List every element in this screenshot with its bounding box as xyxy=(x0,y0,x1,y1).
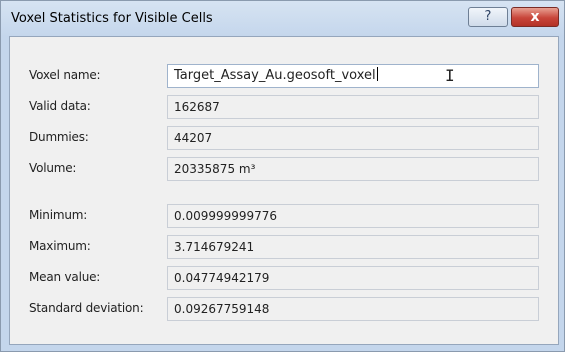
standard-deviation-field[interactable]: 0.09267759148 xyxy=(167,297,539,321)
voxel-name-row: Voxel name: Target_Assay_Au.geosoft_voxe… xyxy=(10,64,560,88)
voxel-name-label: Voxel name: xyxy=(29,68,101,82)
text-caret xyxy=(376,67,378,81)
mean-value-row: Mean value: 0.04774942179 xyxy=(10,266,560,290)
dialog-window: Voxel Statistics for Visible Cells ? x V… xyxy=(0,0,565,352)
maximum-row: Maximum: 3.714679241 xyxy=(10,235,560,259)
standard-deviation-label: Standard deviation: xyxy=(29,301,144,315)
mean-value-field[interactable]: 0.04774942179 xyxy=(167,266,539,290)
dialog-content: Voxel name: Target_Assay_Au.geosoft_voxe… xyxy=(9,36,559,345)
title-bar[interactable]: Voxel Statistics for Visible Cells ? x xyxy=(1,1,564,35)
voxel-name-field[interactable]: Target_Assay_Au.geosoft_voxel I xyxy=(167,64,539,88)
minimum-label: Minimum: xyxy=(29,208,88,222)
voxel-name-value: Target_Assay_Au.geosoft_voxel xyxy=(174,68,376,83)
minimum-field[interactable]: 0.009999999776 xyxy=(167,204,539,228)
minimum-row: Minimum: 0.009999999776 xyxy=(10,204,560,228)
maximum-label: Maximum: xyxy=(29,239,91,253)
standard-deviation-row: Standard deviation: 0.09267759148 xyxy=(10,297,560,321)
valid-data-row: Valid data: 162687 xyxy=(10,95,560,119)
help-button[interactable]: ? xyxy=(468,7,508,27)
dummies-label: Dummies: xyxy=(29,130,89,144)
volume-row: Volume: 20335875 m³ xyxy=(10,157,560,181)
ibeam-cursor-icon: I xyxy=(445,66,455,85)
valid-data-label: Valid data: xyxy=(29,99,91,113)
close-button[interactable]: x xyxy=(511,7,559,27)
window-title: Voxel Statistics for Visible Cells xyxy=(11,11,213,26)
dummies-row: Dummies: 44207 xyxy=(10,126,560,150)
volume-field[interactable]: 20335875 m³ xyxy=(167,157,539,181)
maximum-field[interactable]: 3.714679241 xyxy=(167,235,539,259)
valid-data-field[interactable]: 162687 xyxy=(167,95,539,119)
volume-label: Volume: xyxy=(29,161,77,175)
dummies-field[interactable]: 44207 xyxy=(167,126,539,150)
mean-value-label: Mean value: xyxy=(29,270,101,284)
